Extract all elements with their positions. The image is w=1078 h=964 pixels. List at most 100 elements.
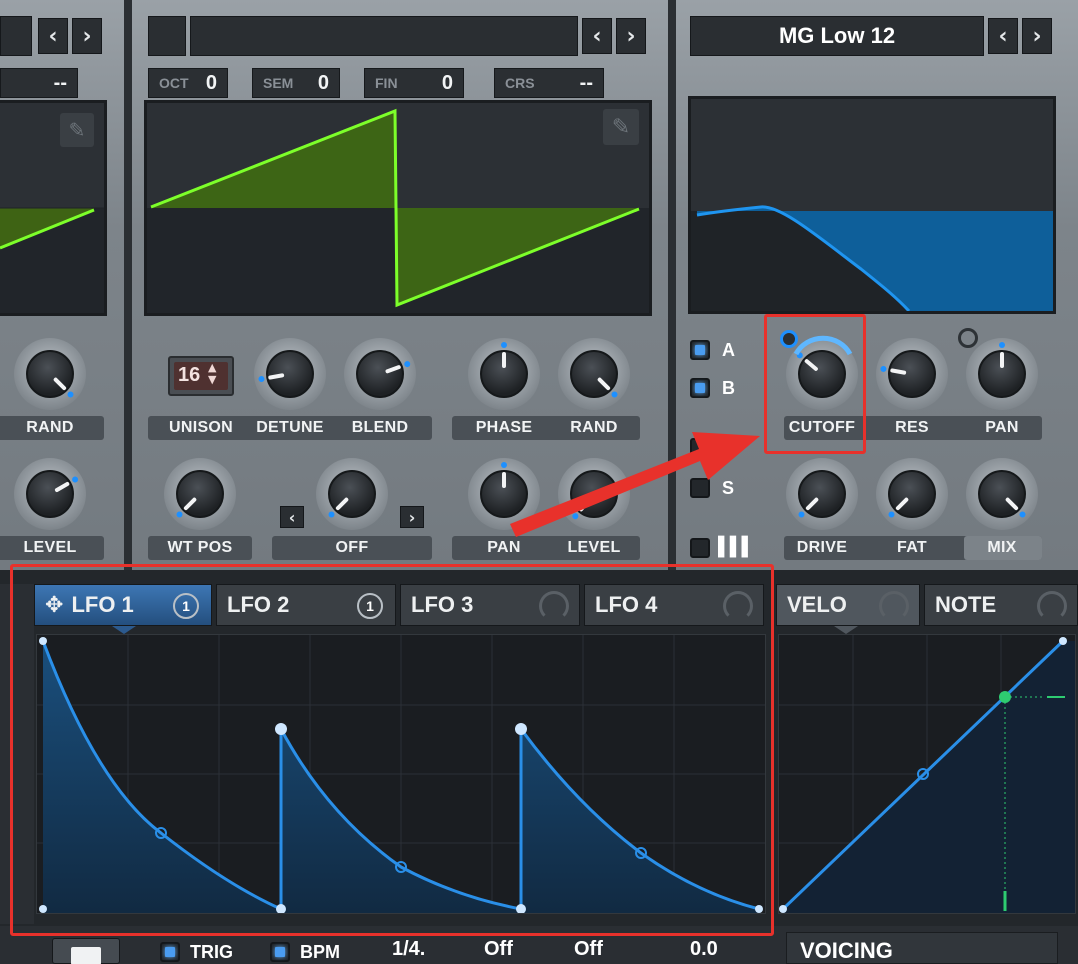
detune-knob[interactable]	[254, 338, 326, 410]
filter-prev-button[interactable]: ‹	[988, 18, 1018, 54]
route-b-checkbox[interactable]	[690, 378, 710, 398]
osc-rand-label: RAND	[570, 419, 618, 436]
warp-next-button[interactable]: ›	[400, 506, 424, 528]
osc-a-crs-value: --	[53, 71, 67, 94]
osc-level-knob[interactable]	[558, 458, 630, 530]
chevron-left-icon: ‹	[48, 23, 58, 49]
panel-divider	[668, 0, 676, 570]
unison-stepper[interactable]: 16 ▲ ▼	[168, 356, 234, 396]
mix-knob[interactable]	[966, 458, 1038, 530]
osc-b-prev-button[interactable]: ‹	[582, 18, 612, 54]
sem-label: SEM	[263, 75, 294, 91]
osc-a-wave-display: ✎	[0, 100, 107, 316]
tab-note-label: NOTE	[935, 592, 997, 617]
osc-b-mini-slot[interactable]	[148, 16, 186, 56]
res-knob[interactable]	[876, 338, 948, 410]
chevron-left-icon: ‹	[592, 23, 602, 49]
osc-a-crs-field[interactable]: --	[0, 68, 78, 98]
osc-pan-knob[interactable]	[468, 458, 540, 530]
fin-field[interactable]: FIN 0	[364, 68, 464, 98]
bpm-label: BPM	[300, 942, 340, 962]
chevron-right-icon: ›	[82, 23, 92, 49]
warp-prev-button[interactable]: ‹	[280, 506, 304, 528]
sem-value: 0	[317, 71, 329, 94]
keyboard-icon: ▌▌▌	[718, 536, 754, 556]
osc-b-waveform	[147, 108, 649, 313]
filter-next-button[interactable]: ›	[1022, 18, 1052, 54]
rand-label: RAND	[26, 419, 74, 436]
rand-knob[interactable]	[14, 338, 86, 410]
route-s-checkbox[interactable]	[690, 478, 710, 498]
route-n-checkbox[interactable]	[690, 438, 710, 458]
voicing-label: VOICING	[800, 938, 893, 963]
modulation-ring-icon[interactable]	[958, 328, 978, 348]
detune-label: DETUNE	[256, 419, 324, 436]
sem-field[interactable]: SEM 0	[252, 68, 340, 98]
chevron-left-icon: ‹	[288, 507, 296, 527]
oct-field[interactable]: OCT 0	[148, 68, 228, 98]
pencil-edit-icon[interactable]: ✎	[603, 109, 639, 145]
panel-divider	[124, 0, 132, 570]
fin-label: FIN	[375, 75, 398, 91]
level-knob[interactable]	[14, 458, 86, 530]
chevron-right-icon: ›	[626, 23, 636, 49]
tab-pointer	[834, 626, 858, 634]
bpm-checkbox[interactable]	[270, 942, 290, 962]
filter-curve	[691, 205, 1053, 311]
filter-type-name: MG Low 12	[778, 23, 896, 48]
unison-value: 16	[178, 364, 201, 386]
oct-value: 0	[205, 71, 217, 94]
velocity-curve	[779, 635, 1075, 913]
pencil-edit-icon[interactable]: ✎	[60, 113, 94, 147]
phase-label: PHASE	[475, 419, 533, 436]
mix-label: MIX	[987, 539, 1017, 556]
filter-response-display	[688, 96, 1056, 314]
osc-b-wavetable-name[interactable]	[190, 16, 578, 56]
warp-knob[interactable]	[316, 458, 388, 530]
osc-a-next-button[interactable]: ›	[72, 18, 102, 54]
level-label: LEVEL	[23, 539, 77, 556]
stepper-arrows-icon[interactable]: ▲ ▼	[208, 362, 216, 386]
tab-velo[interactable]: VELO	[776, 584, 920, 626]
osc-b-wave-display: ✎	[144, 100, 652, 316]
crs-label: CRS	[505, 75, 535, 91]
tab-note[interactable]: NOTE	[924, 584, 1078, 626]
rise-value[interactable]: Off	[574, 938, 603, 961]
lfo-highlight-box	[10, 564, 774, 936]
rate-value[interactable]: 1/4.	[392, 938, 425, 961]
crs-field[interactable]: CRS --	[494, 68, 604, 98]
mode-value[interactable]: Off	[484, 938, 513, 961]
route-b-label: B	[722, 378, 735, 398]
blend-knob[interactable]	[344, 338, 416, 410]
folder-icon	[71, 947, 101, 964]
tab-note-ring-icon	[1037, 591, 1067, 621]
osc-a-wavetable-name[interactable]	[0, 16, 32, 56]
route-a-checkbox[interactable]	[690, 340, 710, 360]
smooth-value[interactable]: 0.0	[690, 938, 718, 961]
filter-pan-knob[interactable]	[966, 338, 1038, 410]
oct-label: OCT	[159, 75, 189, 91]
chevron-right-icon: ›	[1032, 23, 1042, 49]
route-a-label: A	[722, 340, 735, 360]
fat-label: FAT	[897, 539, 927, 556]
osc-rand-knob[interactable]	[558, 338, 630, 410]
route-s-label: S	[722, 478, 735, 498]
tab-velo-label: VELO	[787, 592, 847, 617]
filter-type-selector[interactable]: MG Low 12	[690, 16, 984, 56]
osc-level-label: LEVEL	[567, 539, 621, 556]
chevron-left-icon: ‹	[998, 23, 1008, 49]
osc-b-next-button[interactable]: ›	[616, 18, 646, 54]
osc-a-prev-button[interactable]: ‹	[38, 18, 68, 54]
drive-knob[interactable]	[786, 458, 858, 530]
unison-label: UNISON	[168, 419, 234, 436]
wt-pos-knob[interactable]	[164, 458, 236, 530]
warp-mode-label[interactable]: OFF	[272, 536, 432, 560]
phase-knob[interactable]	[468, 338, 540, 410]
fat-knob[interactable]	[876, 458, 948, 530]
keytrack-checkbox[interactable]	[690, 538, 710, 558]
osc-pan-label: PAN	[487, 539, 521, 556]
velocity-graph[interactable]	[778, 634, 1076, 914]
trig-checkbox[interactable]	[160, 942, 180, 962]
wt-pos-label: WT POS	[167, 539, 233, 556]
folder-button[interactable]	[52, 938, 120, 964]
